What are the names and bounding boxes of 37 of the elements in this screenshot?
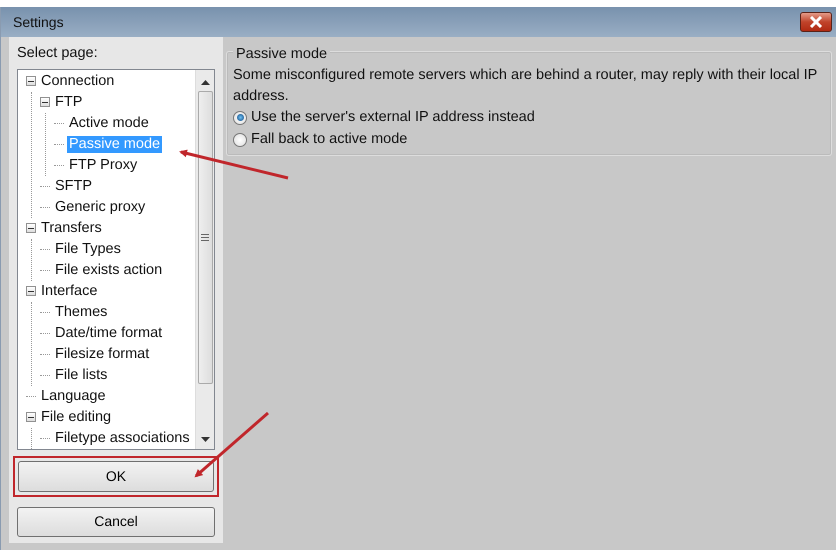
tree-item[interactable]: Date/time format — [53, 324, 164, 342]
tree-item[interactable]: Generic proxy — [53, 198, 148, 216]
collapse-icon[interactable] — [26, 286, 36, 296]
collapse-icon[interactable] — [26, 412, 36, 422]
tree-item[interactable]: File exists action — [53, 262, 164, 279]
cancel-button[interactable]: Cancel — [17, 506, 215, 537]
tree-item[interactable]: Themes — [53, 304, 110, 321]
tree-item[interactable]: File editing — [39, 408, 114, 426]
close-icon — [809, 16, 823, 28]
grip-icon — [201, 234, 209, 241]
tree-item[interactable]: Connection — [39, 72, 116, 90]
window-title: Settings — [13, 12, 64, 32]
tree-item[interactable]: FTP — [53, 94, 84, 111]
scroll-thumb[interactable] — [198, 90, 212, 384]
collapse-icon[interactable] — [26, 76, 36, 86]
radio-button[interactable] — [233, 132, 247, 147]
scroll-down-icon[interactable] — [200, 436, 210, 443]
ok-button[interactable]: OK — [18, 460, 214, 492]
description-text: Some misconfigured remote servers which are behind a router, may reply with their local IP address. — [233, 66, 818, 106]
close-button[interactable] — [800, 12, 832, 32]
tree-item[interactable]: FTP Proxy — [67, 156, 140, 174]
tree-item[interactable]: Active mode — [67, 114, 151, 132]
tree-item[interactable]: Interface — [39, 282, 100, 300]
tree-item[interactable]: Language — [39, 388, 108, 405]
tree-item[interactable]: Filesize format — [53, 346, 152, 363]
collapse-icon[interactable] — [40, 97, 50, 108]
collapse-icon[interactable] — [26, 223, 36, 234]
tree-item[interactable]: Transfers — [39, 220, 104, 237]
tree-item[interactable]: Filetype associations — [53, 430, 192, 447]
radio-button[interactable] — [233, 110, 247, 125]
scroll-up-icon[interactable] — [200, 78, 210, 85]
tree-item[interactable]: File lists — [53, 366, 110, 384]
sidebar-label: Select page: — [17, 44, 99, 63]
tree-item[interactable]: File Types — [53, 240, 123, 258]
tree-item[interactable]: SFTP — [53, 178, 94, 195]
radio-label[interactable]: Fall back to active mode — [251, 128, 408, 151]
radio-label[interactable]: Use the server's external IP address instead — [251, 106, 535, 129]
